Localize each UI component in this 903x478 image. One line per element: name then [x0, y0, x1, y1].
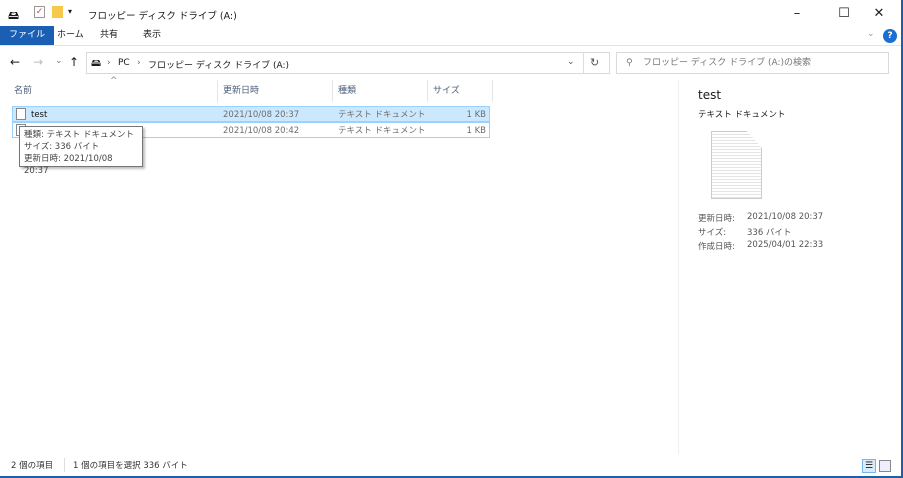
status-selection: 1 個の項目を選択 336 バイト	[73, 461, 188, 471]
search-input[interactable]: ⚲ フロッピー ディスク ドライブ (A:)の検索	[616, 52, 889, 74]
column-divider[interactable]	[332, 80, 333, 102]
breadcrumb-floppy[interactable]: フロッピー ディスク ドライブ (A:)	[148, 58, 289, 71]
column-header-type[interactable]: 種類	[338, 80, 356, 102]
tooltip-size: サイズ: 336 バイト	[24, 142, 100, 152]
column-header-modified[interactable]: 更新日時	[223, 80, 259, 102]
divider	[64, 458, 65, 472]
column-divider[interactable]	[427, 80, 428, 102]
file-size: 1 KB	[466, 110, 486, 120]
sort-ascending-icon: ^	[110, 76, 118, 86]
file-row[interactable]: test 2021/10/08 20:37 テキスト ドキュメント 1 KB	[12, 106, 490, 122]
window-title: フロッピー ディスク ドライブ (A:)	[88, 11, 237, 22]
preview-size: 336 バイト	[747, 228, 792, 238]
address-bar[interactable]: 🖴 › PC › フロッピー ディスク ドライブ (A:) ⌄ ↻	[86, 52, 610, 74]
text-file-icon	[16, 108, 26, 120]
search-placeholder: フロッピー ディスク ドライブ (A:)の検索	[643, 58, 812, 68]
preview-modified-label: 更新日時:	[698, 214, 735, 224]
minimize-button[interactable]: –	[777, 4, 817, 24]
file-type: テキスト ドキュメント	[338, 126, 426, 136]
file-modified: 2021/10/08 20:42	[223, 126, 300, 136]
drive-icon: 🖴	[8, 9, 20, 22]
tab-home[interactable]: ホーム	[48, 26, 93, 45]
search-icon: ⚲	[626, 58, 633, 68]
properties-icon[interactable]: ✓	[34, 6, 45, 18]
document-thumbnail-icon	[711, 131, 762, 199]
preview-size-label: サイズ:	[698, 228, 727, 238]
preview-created: 2025/04/01 22:33	[747, 240, 824, 250]
tab-file[interactable]: ファイル	[0, 26, 55, 45]
preview-divider[interactable]	[678, 80, 679, 454]
tab-share[interactable]: 共有	[91, 26, 127, 45]
file-name: test	[31, 110, 48, 120]
tab-view[interactable]: 表示	[134, 26, 170, 45]
tooltip-modified: 更新日時: 2021/10/08 20:37	[24, 154, 113, 176]
preview-name: test	[698, 88, 722, 102]
tooltip-type: 種類: テキスト ドキュメント	[24, 130, 135, 140]
breadcrumb-pc[interactable]: PC	[118, 58, 130, 68]
new-folder-icon[interactable]	[52, 6, 63, 18]
ribbon: ファイル ホーム 共有 表示 ⌄ ?	[0, 26, 901, 46]
status-item-count: 2 個の項目	[11, 461, 54, 471]
file-tooltip: 種類: テキスト ドキュメント サイズ: 336 バイト 更新日時: 2021/…	[19, 126, 143, 176]
drive-icon: 🖴	[91, 58, 102, 69]
close-button[interactable]: ✕	[859, 4, 899, 24]
details-view-icon[interactable]: ☰	[862, 459, 876, 473]
preview-created-label: 作成日時:	[698, 242, 735, 252]
breadcrumb-separator: ›	[107, 58, 111, 68]
ribbon-expand-icon[interactable]: ⌄	[867, 29, 875, 39]
column-divider[interactable]	[492, 80, 493, 102]
address-dropdown-icon[interactable]: ⌄	[567, 57, 575, 67]
file-size: 1 KB	[466, 126, 486, 136]
back-button[interactable]: ←	[10, 55, 20, 69]
title-bar: 🖴 ✓ ▾ フロッピー ディスク ドライブ (A:) – ☐ ✕	[0, 0, 901, 28]
quick-access-dropdown-icon[interactable]: ▾	[68, 7, 72, 16]
preview-modified: 2021/10/08 20:37	[747, 212, 824, 222]
forward-button[interactable]: →	[33, 55, 43, 69]
help-icon[interactable]: ?	[883, 29, 897, 43]
preview-type: テキスト ドキュメント	[698, 110, 786, 120]
recent-locations-button[interactable]: ⌄	[55, 56, 63, 66]
column-header-size[interactable]: サイズ	[433, 80, 460, 102]
column-header-name[interactable]: 名前	[14, 80, 32, 102]
divider	[583, 53, 584, 73]
file-type: テキスト ドキュメント	[338, 110, 426, 120]
maximize-button[interactable]: ☐	[824, 4, 864, 24]
up-button[interactable]: ↑	[69, 55, 79, 69]
large-icons-view-icon[interactable]	[879, 460, 891, 472]
refresh-button[interactable]: ↻	[590, 56, 599, 69]
column-divider[interactable]	[217, 80, 218, 102]
breadcrumb-separator: ›	[137, 58, 141, 68]
file-modified: 2021/10/08 20:37	[223, 110, 300, 120]
